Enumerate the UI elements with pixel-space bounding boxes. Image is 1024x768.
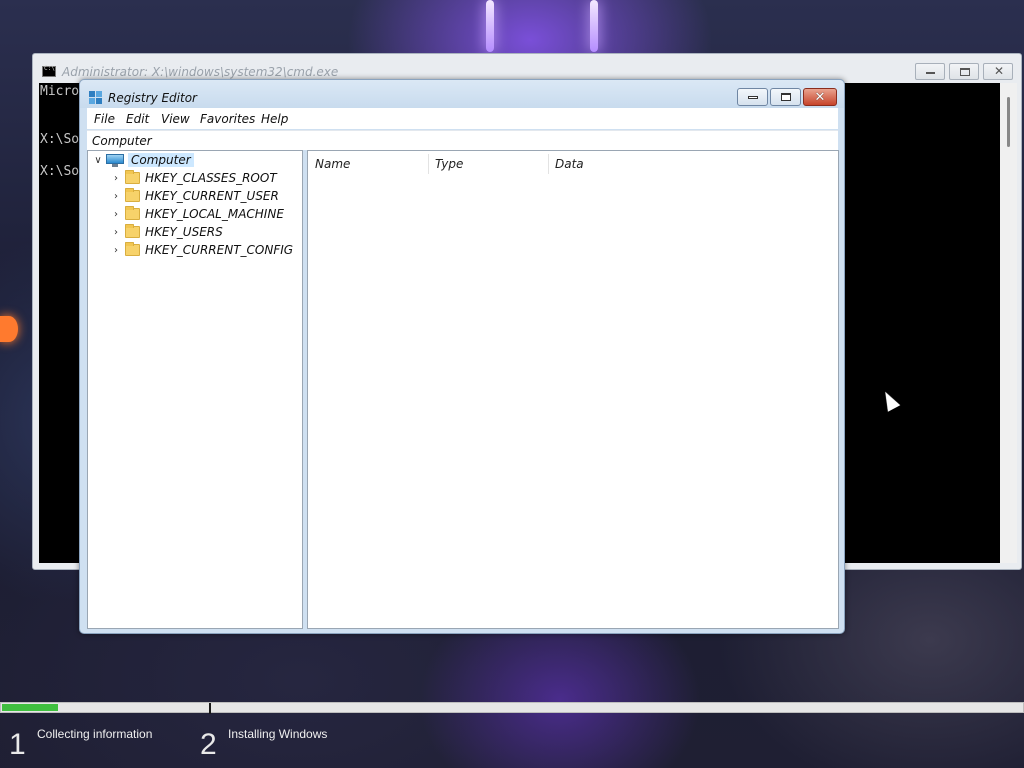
folder-icon: [125, 242, 140, 256]
tree-node-label: Computer: [128, 153, 194, 167]
chevron-right-icon[interactable]: ›: [110, 191, 122, 202]
console-icon: [42, 65, 56, 77]
regedit-window-title: Registry Editor: [108, 91, 197, 105]
registry-editor-icon: [89, 91, 103, 105]
setup-progress-bar: [0, 702, 1024, 714]
close-icon: ✕: [814, 89, 826, 105]
tree-node-label: HKEY_CURRENT_USER: [145, 189, 279, 203]
tree-node-hkey-users[interactable]: › HKEY_USERS: [110, 223, 223, 241]
regedit-titlebar[interactable]: Registry Editor ✕: [80, 80, 844, 108]
menu-edit[interactable]: Edit: [126, 112, 149, 126]
console-line: X:\So: [40, 164, 80, 179]
column-header-type[interactable]: Type: [428, 151, 548, 175]
tree-node-label: HKEY_LOCAL_MACHINE: [145, 207, 284, 221]
address-path: Computer: [92, 134, 152, 148]
menu-favorites[interactable]: Favorites: [200, 112, 255, 126]
column-header-data[interactable]: Data: [548, 151, 748, 175]
wallpaper-ember: [0, 316, 18, 342]
cmd-window-title: Administrator: X:\windows\system32\cmd.e…: [62, 65, 339, 79]
tree-node-label: HKEY_CURRENT_CONFIG: [145, 243, 294, 257]
tree-node-label: HKEY_USERS: [145, 225, 223, 239]
setup-step-label: Collecting information: [37, 727, 153, 741]
setup-progress-fill: [2, 704, 58, 711]
folder-icon: [125, 188, 140, 202]
menu-file[interactable]: File: [94, 112, 115, 126]
folder-icon: [125, 170, 140, 184]
tree-node-hkey-local-machine[interactable]: › HKEY_LOCAL_MACHINE: [110, 205, 284, 223]
cmd-scrollbar[interactable]: [1000, 83, 1017, 563]
console-line: Micro: [40, 84, 80, 99]
tree-node-hkey-current-user[interactable]: › HKEY_CURRENT_USER: [110, 187, 279, 205]
close-icon: ✕: [994, 64, 1005, 78]
regedit-close-button[interactable]: ✕: [803, 88, 837, 106]
chevron-right-icon[interactable]: ›: [110, 173, 122, 184]
regedit-maximize-button[interactable]: [770, 88, 801, 106]
minimize-icon: [926, 72, 935, 74]
folder-icon: [125, 206, 140, 220]
setup-step-label: Installing Windows: [228, 727, 328, 741]
cmd-maximize-button[interactable]: [949, 63, 979, 80]
wallpaper-light-streak: [590, 0, 598, 52]
tree-node-computer[interactable]: ∨ Computer: [92, 151, 194, 169]
regedit-window-controls: ✕: [737, 88, 837, 106]
console-line: X:\So: [40, 132, 80, 147]
wallpaper-light-streak: [486, 0, 494, 52]
values-list-pane[interactable]: Name Type Data: [307, 150, 839, 629]
cmd-minimize-button[interactable]: [915, 63, 945, 80]
menu-help[interactable]: Help: [261, 112, 288, 126]
cmd-window-controls: ✕: [915, 63, 1013, 80]
regedit-minimize-button[interactable]: [737, 88, 768, 106]
key-tree-pane[interactable]: ∨ Computer › HKEY_CLASSES_ROOT › HKEY_CU…: [87, 150, 303, 629]
chevron-right-icon[interactable]: ›: [110, 227, 122, 238]
tree-node-hkey-classes-root[interactable]: › HKEY_CLASSES_ROOT: [110, 169, 277, 187]
setup-step-number: 1: [9, 728, 26, 761]
restore-icon: [960, 68, 970, 76]
menu-view[interactable]: View: [161, 112, 190, 126]
minimize-icon: [747, 95, 758, 99]
menu-bar: File Edit View Favorites Help: [87, 108, 838, 129]
chevron-down-icon[interactable]: ∨: [92, 155, 104, 166]
computer-icon: [106, 153, 124, 167]
column-header-name[interactable]: Name: [308, 151, 428, 175]
tree-node-label: HKEY_CLASSES_ROOT: [145, 171, 277, 185]
setup-step-divider: [209, 703, 211, 714]
address-bar[interactable]: Computer: [87, 130, 838, 150]
registry-editor-window[interactable]: Registry Editor ✕ File Edit View Favorit…: [79, 79, 845, 634]
chevron-right-icon[interactable]: ›: [110, 209, 122, 220]
scrollbar-thumb[interactable]: [1007, 97, 1010, 147]
cmd-close-button[interactable]: ✕: [983, 63, 1013, 80]
folder-icon: [125, 224, 140, 238]
setup-step-number: 2: [200, 728, 217, 761]
tree-node-hkey-current-config[interactable]: › HKEY_CURRENT_CONFIG: [110, 241, 293, 259]
maximize-icon: [780, 93, 791, 101]
chevron-right-icon[interactable]: ›: [110, 245, 122, 256]
